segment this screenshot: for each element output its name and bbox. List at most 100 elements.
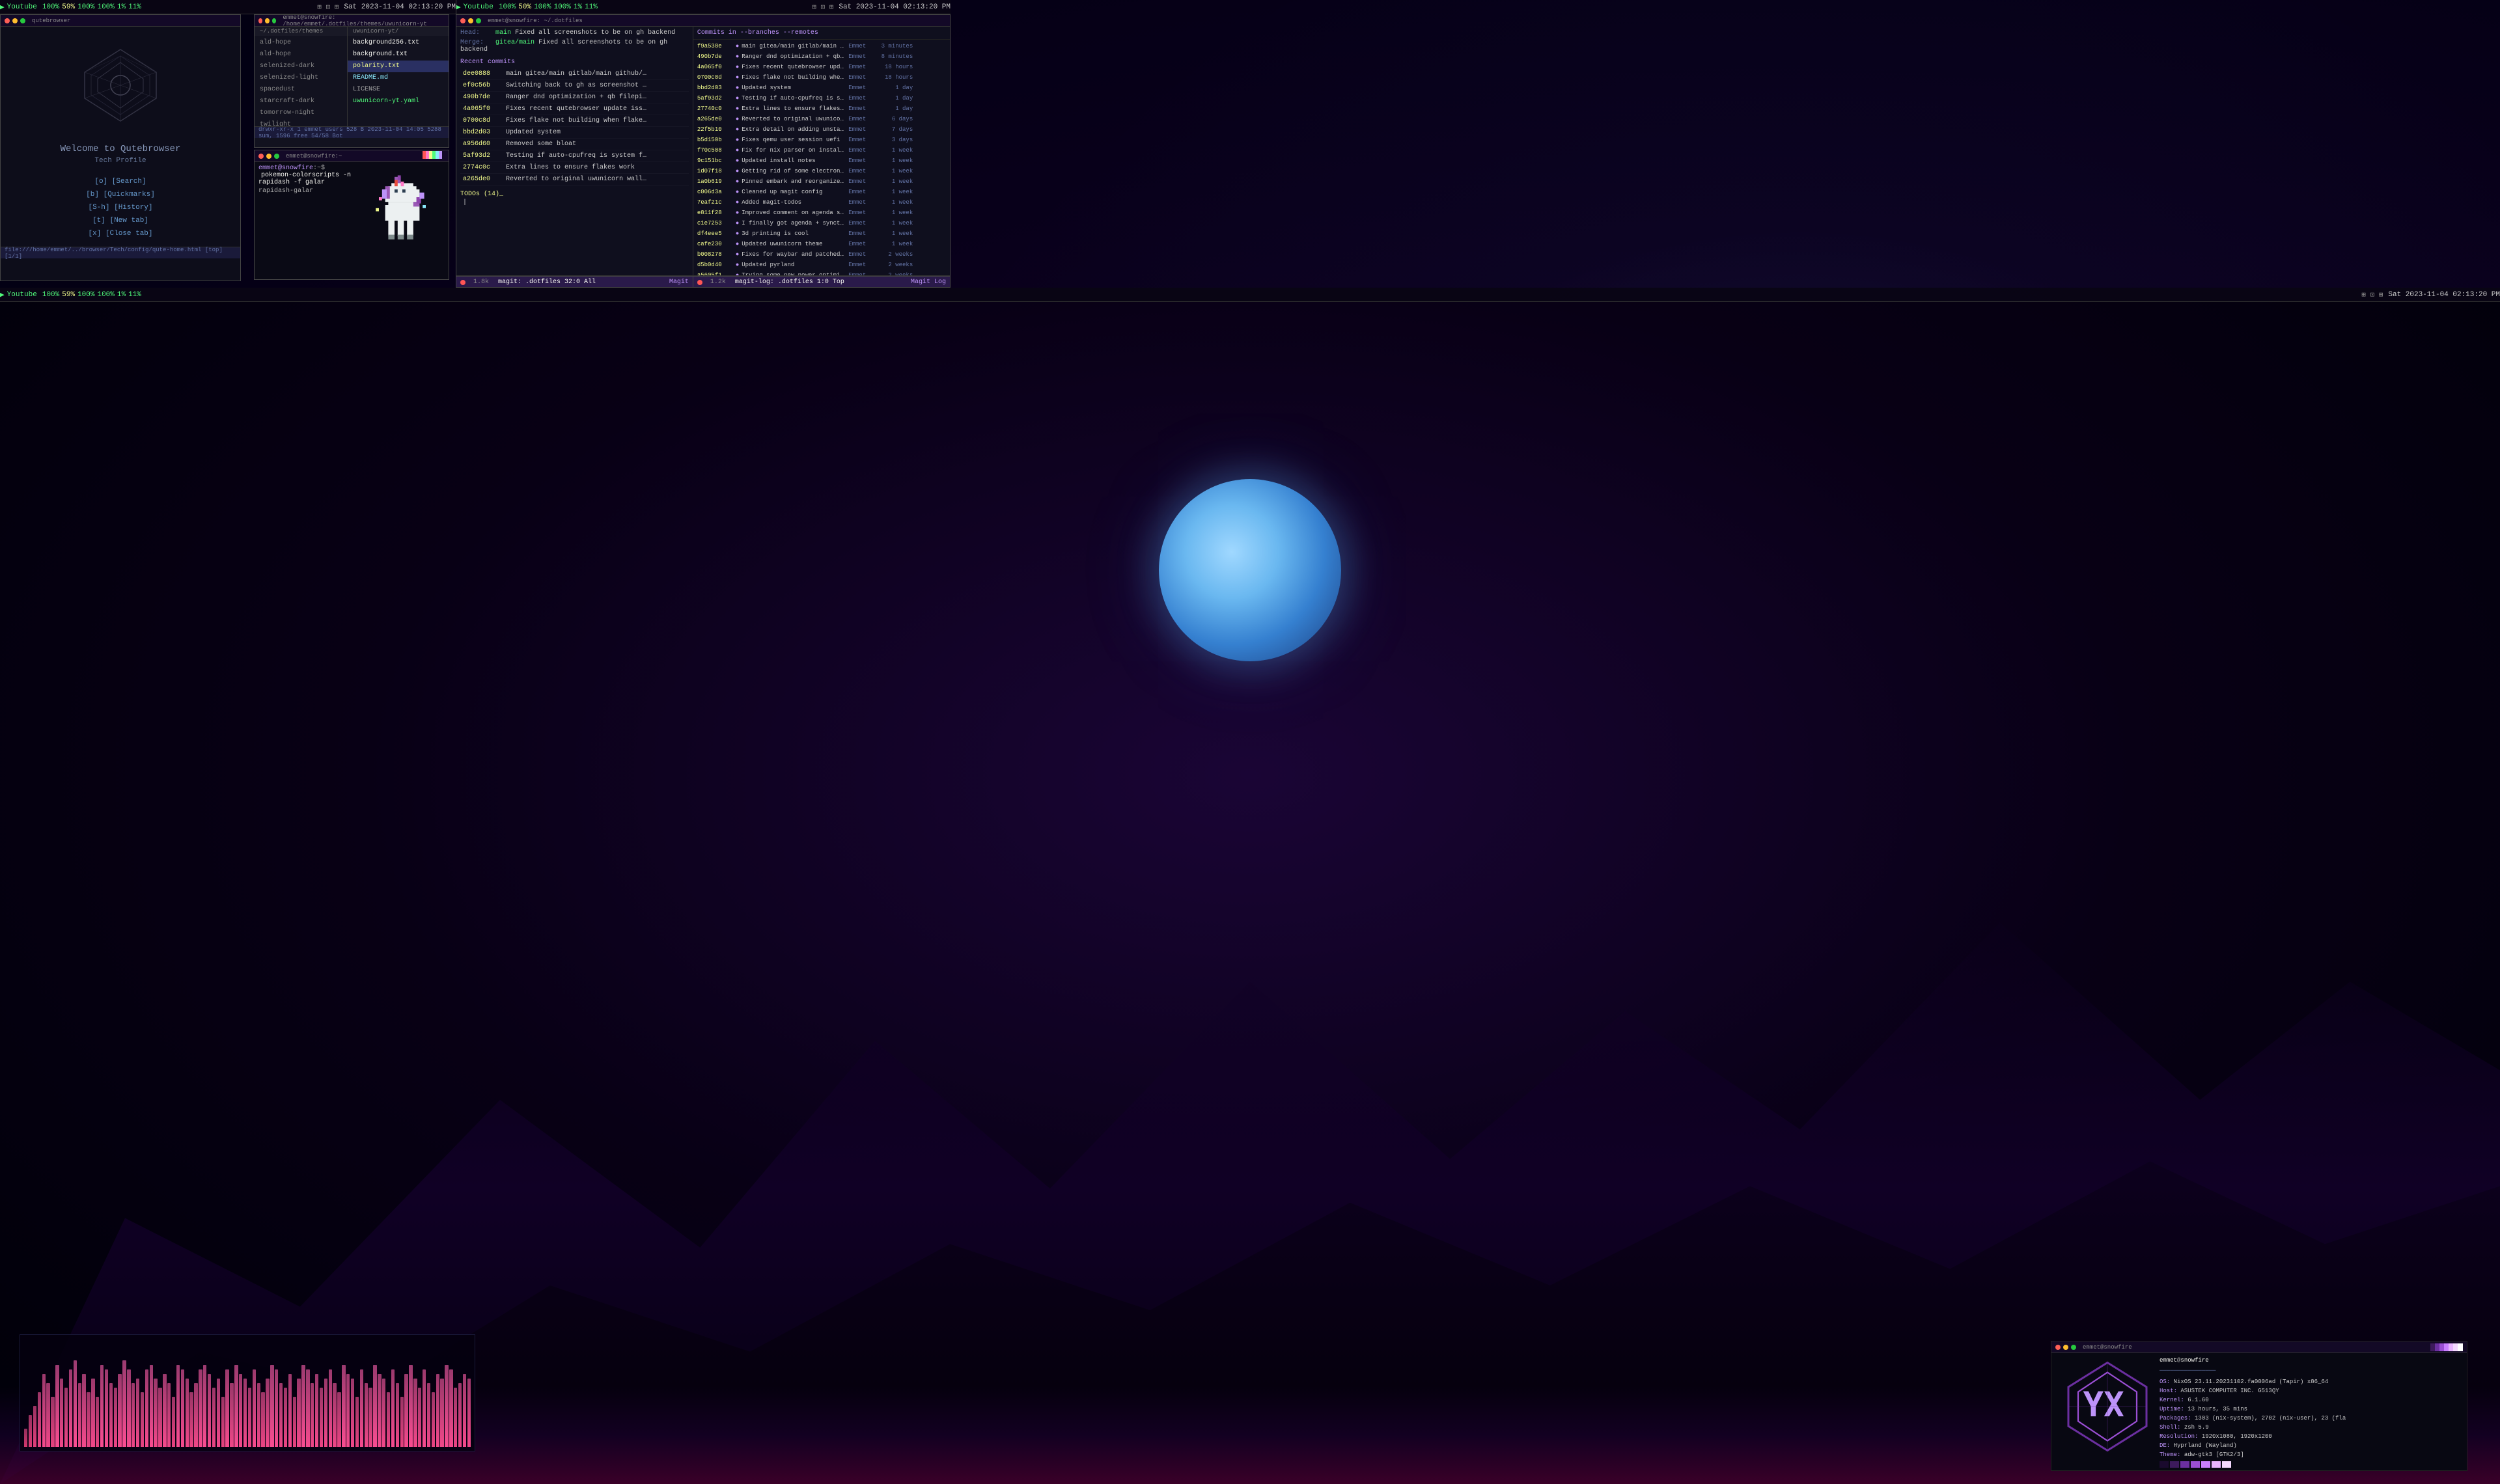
- file-item-ald-hope2[interactable]: ald-hope: [255, 49, 347, 61]
- viz-bar-29: [154, 1379, 157, 1447]
- neofetch-resolution: Resolution: 1920x1080, 1920x1200: [2160, 1432, 2463, 1441]
- git-close[interactable]: [460, 18, 465, 23]
- viz-bar-47: [234, 1365, 238, 1447]
- taskbar-status-3: 100%: [77, 3, 94, 11]
- pokemon-titlebar: emmet@snowfire:~: [255, 150, 449, 162]
- file-item-license[interactable]: LICENSE: [348, 84, 449, 96]
- viz-bar-75: [360, 1369, 363, 1447]
- file-item-yaml[interactable]: uwunicorn-yt.yaml: [348, 96, 449, 107]
- log-row-14: c006d3a ● Cleaned up magit config Emmet …: [696, 187, 947, 197]
- neofetch-uptime: Uptime: 13 hours, 35 mins: [2160, 1405, 2463, 1414]
- file-item-tomorrow[interactable]: tomorrow-night: [255, 107, 347, 119]
- viz-bar-65: [315, 1374, 318, 1447]
- git-titlebar: emmet@snowfire: ~/.dotfiles: [456, 15, 950, 27]
- magit-log-list: f9a538e ● main gitea/main gitlab/main gi…: [693, 40, 950, 275]
- taskbar-status-r1: 100%: [499, 3, 516, 11]
- files-minimize[interactable]: [265, 18, 269, 23]
- neofetch-maximize[interactable]: [2071, 1345, 2076, 1350]
- file-list-left[interactable]: ald-hope ald-hope selenized-dark seleniz…: [255, 36, 347, 126]
- viz-bar-58: [284, 1388, 287, 1447]
- viz-bar-94: [445, 1365, 448, 1447]
- qute-logo-area: [1, 27, 240, 144]
- viz-bar-38: [194, 1383, 197, 1447]
- git-maximize[interactable]: [476, 18, 481, 23]
- qute-subheading: Tech Profile: [14, 157, 227, 165]
- qute-modeline: file:///home/emmet/../browser/Tech/confi…: [1, 247, 240, 258]
- pokemon-maximize[interactable]: [274, 154, 279, 159]
- files-close[interactable]: [258, 18, 262, 23]
- files-titlebar: emmet@snowfire: /home/emmet/.dotfiles/th…: [255, 15, 449, 27]
- viz-bar-12: [78, 1383, 81, 1447]
- taskbar-title[interactable]: Youtube: [7, 3, 37, 11]
- swatch-3: [2180, 1461, 2189, 1468]
- file-item-selenized-light[interactable]: selenized-light: [255, 72, 347, 84]
- close-button[interactable]: [5, 18, 10, 23]
- file-item-bg[interactable]: background.txt: [348, 49, 449, 61]
- neofetch-minimize[interactable]: [2063, 1345, 2068, 1350]
- file-item-spacedust[interactable]: spacedust: [255, 84, 347, 96]
- pokemon-minimize[interactable]: [266, 154, 271, 159]
- qute-url: file:///home/emmet/../browser/Tech/confi…: [5, 247, 236, 260]
- magit-status-name: magit: .dotfiles 32:0 All: [498, 279, 596, 286]
- log-row-5: 5af93d2 ● Testing if auto-cpufreq is sys…: [696, 93, 947, 103]
- minimize-button[interactable]: [12, 18, 18, 23]
- maximize-button[interactable]: [20, 18, 25, 23]
- qute-link-history[interactable]: [S-h] [History]: [14, 201, 227, 214]
- viz-bar-62: [301, 1365, 305, 1447]
- commit-row-0: dee0888 main gitea/main gitlab/main gith…: [460, 68, 689, 80]
- viz-bar-18: [105, 1369, 108, 1447]
- magit-status-modeline: 1.8k magit: .dotfiles 32:0 All Magit: [456, 276, 693, 288]
- viz-bar-98: [463, 1374, 466, 1447]
- git-minimize[interactable]: [468, 18, 473, 23]
- file-item-selenized-dark[interactable]: selenized-dark: [255, 61, 347, 72]
- qute-link-quickmarks[interactable]: [b] [Quickmarks]: [14, 188, 227, 201]
- viz-bar-45: [225, 1369, 229, 1447]
- neofetch-theme: Theme: adw-gtk3 [GTK2/3]: [2160, 1450, 2463, 1457]
- file-item-ald-hope[interactable]: ald-hope: [255, 37, 347, 49]
- file-item-starcraft[interactable]: starcraft-dark: [255, 96, 347, 107]
- commit-row-9: a265de0 Reverted to original uwunicorn w…: [460, 174, 689, 186]
- log-row-7: a265de0 ● Reverted to original uwunicorn…: [696, 114, 947, 124]
- viz-bar-31: [163, 1374, 166, 1447]
- taskbar-bottom-s3: 100%: [77, 291, 94, 299]
- viz-bar-73: [351, 1379, 354, 1447]
- taskbar-time-right: Sat 2023-11-04 02:13:20 PM: [839, 3, 951, 11]
- qute-heading: Welcome to Qutebrowser: [14, 144, 227, 154]
- log-row-15: 7eaf21c ● Added magit-todos Emmet 1 week: [696, 197, 947, 208]
- log-row-13: 1a0b619 ● Pinned embark and reorganized …: [696, 176, 947, 187]
- file-item-polarity[interactable]: polarity.txt: [348, 61, 449, 72]
- viz-bar-27: [145, 1369, 148, 1447]
- viz-bar-63: [306, 1369, 309, 1447]
- viz-bar-28: [150, 1365, 153, 1447]
- neofetch-color-swatches: [2051, 1460, 2467, 1470]
- viz-bar-4: [42, 1374, 46, 1447]
- viz-bar-23: [127, 1369, 130, 1447]
- log-row-8: 22f5b10 ● Extra detail on adding unstabl…: [696, 124, 947, 135]
- log-row-4: bbd2d03 ● Updated system Emmet 1 day: [696, 83, 947, 93]
- viz-bar-7: [55, 1365, 59, 1447]
- viz-bar-17: [100, 1365, 104, 1447]
- qute-link-newtab[interactable]: [t] [New tab]: [14, 214, 227, 227]
- taskbar-bottom-title[interactable]: Youtube: [7, 291, 37, 299]
- file-item-bg256[interactable]: background256.txt: [348, 37, 449, 49]
- viz-bar-60: [293, 1397, 296, 1447]
- qute-link-search[interactable]: [o] [Search]: [14, 175, 227, 188]
- pokemon-close[interactable]: [258, 154, 264, 159]
- pokemon-terminal-window: emmet@snowfire:~ emmet@snowfire:~$ pokem…: [254, 150, 449, 280]
- qute-link-closetab[interactable]: [x] [Close tab]: [14, 227, 227, 240]
- commit-row-1: ef0c56b Switching back to gh as screensh…: [460, 80, 689, 92]
- taskbar-title-right[interactable]: Youtube: [464, 3, 493, 11]
- taskbar-status-r4: 100%: [553, 3, 570, 11]
- viz-bar-48: [239, 1374, 242, 1447]
- neofetch-content: YX emmet@snowfire ──────────────── OS: N…: [2051, 1353, 2467, 1460]
- file-item-twilight[interactable]: twilight: [255, 119, 347, 126]
- file-item-readme[interactable]: README.md: [348, 72, 449, 84]
- file-list-right[interactable]: background256.txt background.txt polarit…: [348, 36, 449, 109]
- neofetch-close[interactable]: [2055, 1345, 2061, 1350]
- viz-bar-20: [114, 1388, 117, 1447]
- files-maximize[interactable]: [272, 18, 276, 23]
- commit-row-5: bbd2d03 Updated system: [460, 127, 689, 139]
- bottom-moon: [1159, 479, 1341, 661]
- files-right-pane: uwunicorn-yt/ background256.txt backgrou…: [348, 27, 449, 126]
- viz-bar-53: [261, 1392, 264, 1447]
